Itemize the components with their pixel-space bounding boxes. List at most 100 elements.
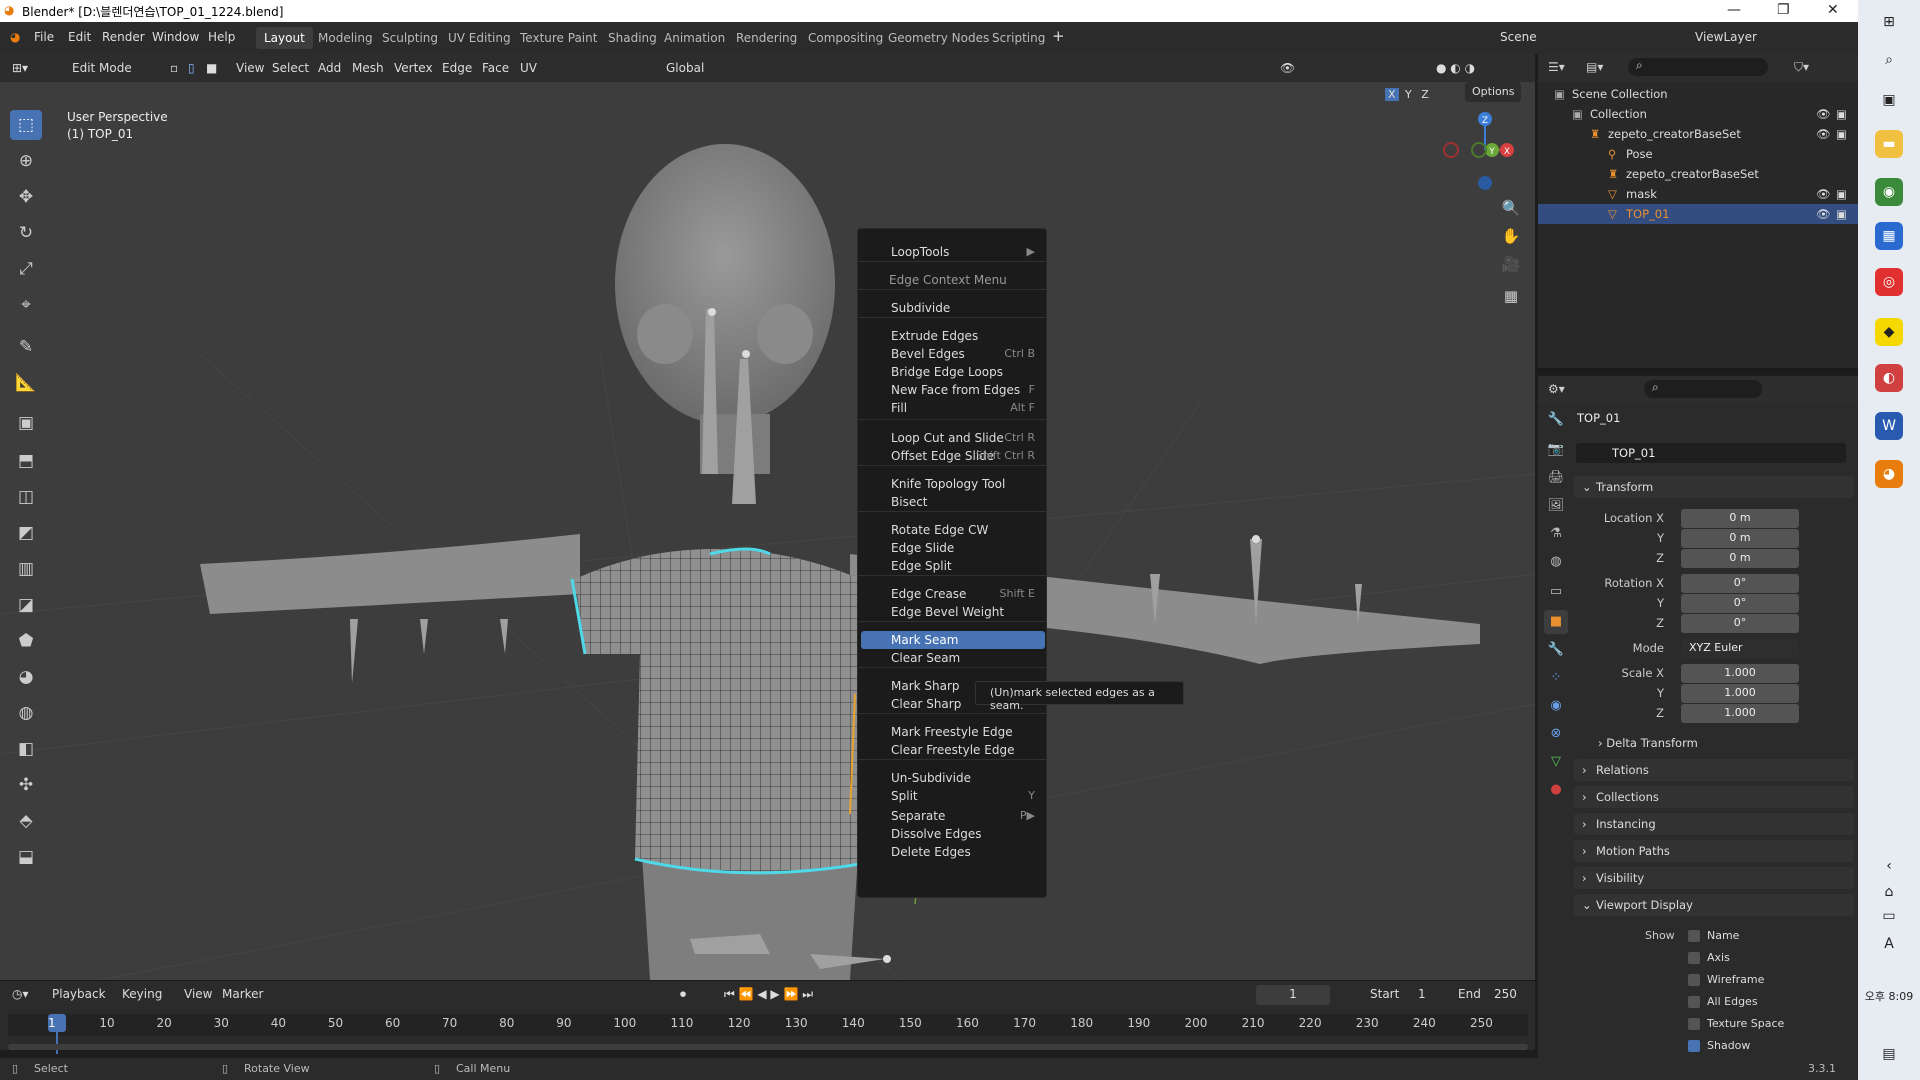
outliner-row[interactable]: ♜ zepeto_creatorBaseSet 👁 ▣ xyxy=(1538,124,1858,144)
delta-transform-subpanel[interactable]: › Delta Transform xyxy=(1598,736,1698,750)
cursor-tool-icon[interactable]: ⊕ xyxy=(10,146,42,176)
tray-chevron-icon[interactable]: ‹ xyxy=(1875,852,1903,880)
physics-tab-icon[interactable]: ◉ xyxy=(1544,694,1568,718)
display-mode-icon[interactable]: ▤▾ xyxy=(1586,60,1603,74)
visibility-eye-icon[interactable]: 👁 xyxy=(1816,207,1831,221)
menu-item-new-face-from-edges[interactable]: New Face from Edges F xyxy=(861,381,1045,399)
scale-y-field[interactable]: 1.000 xyxy=(1681,684,1799,703)
app-red-icon[interactable]: ◎ xyxy=(1875,268,1903,296)
scene-name[interactable]: Scene xyxy=(1500,30,1537,44)
show-checkbox[interactable] xyxy=(1688,1040,1700,1052)
menu-item-extrude-edges[interactable]: Extrude Edges xyxy=(861,327,1045,345)
menu-item-separate[interactable]: Separate P▶ xyxy=(861,807,1045,825)
tab-rendering[interactable]: Rendering xyxy=(728,27,805,49)
outliner-search-input[interactable]: ⌕ xyxy=(1628,58,1768,76)
tool-tab-icon[interactable]: 🔧 xyxy=(1544,408,1568,432)
rotation-mode-dropdown[interactable]: XYZ Euler xyxy=(1681,639,1799,658)
scale-tool-icon[interactable]: ⤢ xyxy=(10,254,42,284)
add-workspace-icon[interactable]: + xyxy=(1052,27,1065,45)
area-divider[interactable] xyxy=(1538,368,1858,372)
visibility-eye-icon[interactable]: 👁 xyxy=(1816,107,1831,121)
spin-tool-icon[interactable]: ◕ xyxy=(10,662,42,692)
menu-select[interactable]: Select xyxy=(272,61,309,75)
marker-menu[interactable]: Marker xyxy=(222,987,263,1001)
menu-help[interactable]: Help xyxy=(208,30,235,44)
zoom-icon[interactable]: 🔍 xyxy=(1499,196,1523,220)
axis-y-toggle[interactable]: Y xyxy=(1402,88,1415,101)
menu-item-edge-slide[interactable]: Edge Slide xyxy=(861,539,1045,557)
calculator-icon[interactable]: ▦ xyxy=(1875,222,1903,250)
ime-indicator[interactable]: A xyxy=(1875,930,1903,958)
timeline-editor-type-icon[interactable]: ◷▾ xyxy=(12,987,29,1001)
collection-tab-icon[interactable]: ▭ xyxy=(1544,580,1568,604)
menu-item-dissolve-edges[interactable]: Dissolve Edges xyxy=(861,825,1045,843)
show-checkbox[interactable] xyxy=(1688,996,1700,1008)
navigation-gizmo[interactable]: Z X Y xyxy=(1435,108,1515,198)
show-checkbox[interactable] xyxy=(1688,930,1700,942)
menu-vertex[interactable]: Vertex xyxy=(394,61,433,75)
annotate-tool-icon[interactable]: ✎ xyxy=(10,332,42,362)
knife-tool-icon[interactable]: ◪ xyxy=(10,590,42,620)
chrome-icon[interactable]: ◉ xyxy=(1875,178,1903,206)
task-view-icon[interactable]: ▣ xyxy=(1875,86,1903,114)
render-camera-icon[interactable]: ▣ xyxy=(1836,207,1847,221)
timeline-scrollbar[interactable] xyxy=(8,1044,1528,1050)
editor-type-icon[interactable]: ⊞▾ xyxy=(12,61,28,75)
rotation-x-field[interactable]: 0° xyxy=(1681,574,1799,593)
select-vertex-icon[interactable]: ▫ xyxy=(170,61,178,75)
tab-layout[interactable]: Layout xyxy=(256,27,313,49)
edge-slide-tool-icon[interactable]: ◧ xyxy=(10,734,42,764)
render-camera-icon[interactable]: ▣ xyxy=(1836,187,1847,201)
rip-tool-icon[interactable]: ⬓ xyxy=(10,842,42,872)
current-frame-field[interactable]: 1 xyxy=(1256,985,1330,1005)
render-camera-icon[interactable]: ▣ xyxy=(1836,127,1847,141)
poly-build-tool-icon[interactable]: ⬟ xyxy=(10,626,42,656)
particles-tab-icon[interactable]: ⁘ xyxy=(1544,666,1568,690)
tab-uv-editing[interactable]: UV Editing xyxy=(440,27,519,49)
transform-orientation[interactable]: Global xyxy=(666,61,704,75)
tab-compositing[interactable]: Compositing xyxy=(800,27,891,49)
filter-icon[interactable]: ⛉▾ xyxy=(1794,60,1809,75)
bevel-tool-icon[interactable]: ◩ xyxy=(10,518,42,548)
scale-z-field[interactable]: 1.000 xyxy=(1681,704,1799,723)
modifier-tab-icon[interactable]: 🔧 xyxy=(1544,638,1568,662)
render-camera-icon[interactable]: ▣ xyxy=(1836,107,1847,121)
world-tab-icon[interactable]: ◍ xyxy=(1544,550,1568,574)
menu-edit[interactable]: Edit xyxy=(68,30,91,44)
menu-item-edge-split[interactable]: Edge Split xyxy=(861,557,1045,575)
show-checkbox[interactable] xyxy=(1688,952,1700,964)
measure-tool-icon[interactable]: 📐 xyxy=(10,368,42,398)
smooth-tool-icon[interactable]: ◍ xyxy=(10,698,42,728)
menu-item-clear-seam[interactable]: Clear Seam xyxy=(861,649,1045,667)
3d-viewport[interactable] xyxy=(0,54,1535,980)
axis-x-toggle[interactable]: X xyxy=(1385,88,1399,101)
close-icon[interactable]: ✕ xyxy=(1827,2,1839,18)
relations-panel-header[interactable]: › Relations xyxy=(1574,759,1854,781)
menu-item-delete-edges[interactable]: Delete Edges xyxy=(861,843,1045,861)
menu-item-clear-freestyle-edge[interactable]: Clear Freestyle Edge xyxy=(861,741,1045,759)
motion-paths-panel-header[interactable]: › Motion Paths xyxy=(1574,840,1854,862)
pan-hand-icon[interactable]: ✋ xyxy=(1499,224,1523,248)
menu-uv[interactable]: UV xyxy=(520,61,537,75)
options-dropdown[interactable]: Options xyxy=(1465,82,1522,102)
menu-edge[interactable]: Edge xyxy=(442,61,472,75)
rotation-z-field[interactable]: 0° xyxy=(1681,614,1799,633)
location-z-field[interactable]: 0 m xyxy=(1681,549,1799,568)
start-icon[interactable]: ⊞ xyxy=(1875,8,1903,36)
playback-menu[interactable]: Playback xyxy=(52,987,106,1001)
shrink-tool-icon[interactable]: ✣ xyxy=(10,770,42,800)
menu-file[interactable]: File xyxy=(34,30,54,44)
timeline-view-menu[interactable]: View xyxy=(184,987,212,1001)
start-frame-field[interactable]: 1 xyxy=(1418,987,1426,1001)
outliner-editor-icon[interactable]: ☰▾ xyxy=(1548,60,1565,74)
menu-item-bridge-edge-loops[interactable]: Bridge Edge Loops xyxy=(861,363,1045,381)
visibility-panel-header[interactable]: › Visibility xyxy=(1574,867,1854,889)
tab-animation[interactable]: Animation xyxy=(656,27,733,49)
menu-face[interactable]: Face xyxy=(482,61,509,75)
tab-scripting[interactable]: Scripting xyxy=(984,27,1053,49)
camera-view-icon[interactable]: 🎥 xyxy=(1499,252,1523,276)
outliner-row[interactable]: ▣ Scene Collection xyxy=(1538,84,1858,104)
keying-menu[interactable]: Keying xyxy=(122,987,162,1001)
select-box-tool-icon[interactable]: ⬚ xyxy=(10,110,42,140)
outliner-row[interactable]: ♜ zepeto_creatorBaseSet xyxy=(1538,164,1858,184)
